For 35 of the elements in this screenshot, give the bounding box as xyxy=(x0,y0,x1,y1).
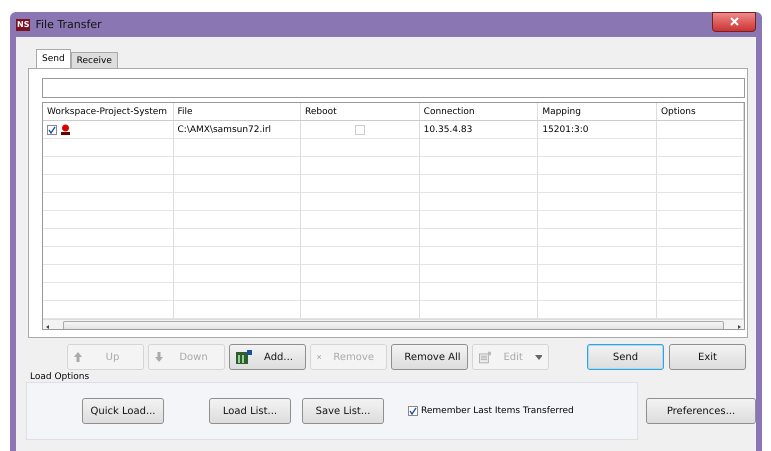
load-button[interactable]: Save List... xyxy=(302,398,384,424)
preferences-button[interactable]: Preferences... xyxy=(646,398,756,424)
column-header[interactable]: Options xyxy=(656,103,744,120)
app-logo: NS xyxy=(16,18,30,30)
filter-field[interactable] xyxy=(42,78,745,98)
column-header[interactable]: Mapping xyxy=(538,103,657,120)
group-label: Load Options xyxy=(30,372,90,382)
toolbar-button[interactable]: Remove All xyxy=(391,344,468,370)
checkbox-label: Remember Last Items Transferred xyxy=(421,406,574,416)
up-arrow-icon xyxy=(74,352,82,362)
close-icon xyxy=(730,17,738,26)
tab[interactable]: Send xyxy=(36,49,71,68)
window-title: File Transfer xyxy=(35,18,102,31)
checkbox[interactable] xyxy=(47,124,57,134)
add-list-icon xyxy=(236,350,252,364)
load-button[interactable]: Load List... xyxy=(209,398,291,424)
column-header[interactable]: File xyxy=(174,103,302,120)
send-button[interactable]: Send xyxy=(587,344,664,370)
column-header[interactable]: Workspace-Project-System xyxy=(43,103,174,120)
table-cell: 10.35.4.83 xyxy=(424,124,472,134)
close-button[interactable] xyxy=(712,12,756,32)
load-button[interactable]: Quick Load... xyxy=(82,398,164,424)
caret-icon xyxy=(534,354,542,360)
x-icon xyxy=(317,352,322,362)
user-icon xyxy=(60,124,71,135)
table-cell: 15201:3:0 xyxy=(542,124,588,134)
edit-document-icon xyxy=(479,350,492,364)
tab[interactable]: Receive xyxy=(70,52,118,68)
down-arrow-icon xyxy=(155,352,163,362)
table-cell: C:\AMX\samsun72.irl xyxy=(178,124,272,134)
exit-button[interactable]: Exit xyxy=(669,344,746,370)
toolbar-button[interactable]: Add... xyxy=(229,344,306,370)
checkbox[interactable] xyxy=(408,406,418,416)
column-header[interactable]: Connection xyxy=(420,103,538,120)
column-header[interactable]: Reboot xyxy=(301,103,420,120)
